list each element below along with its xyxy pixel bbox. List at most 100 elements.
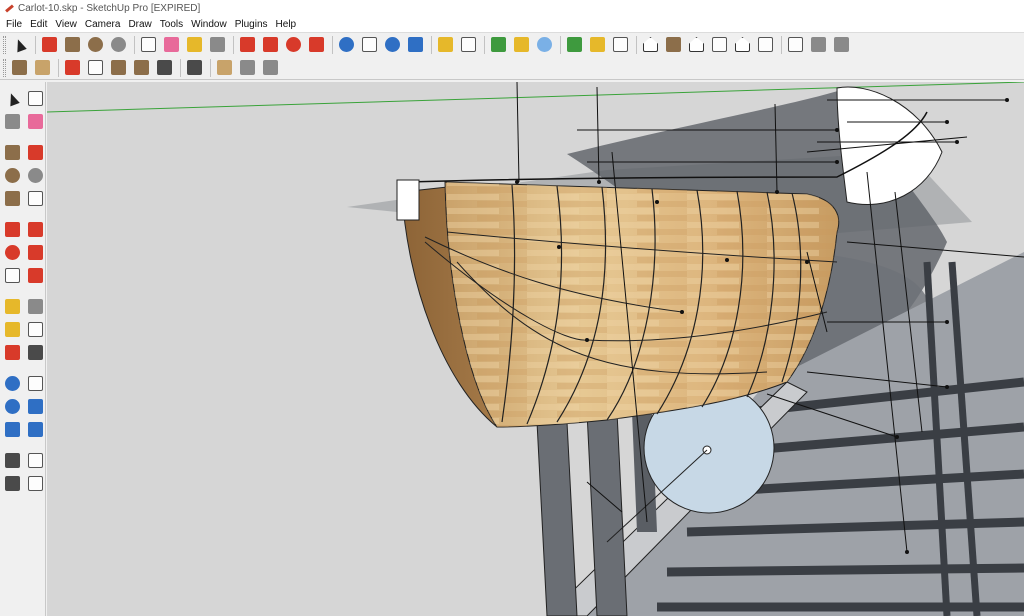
preview-google-earth-button[interactable] bbox=[534, 34, 555, 55]
menu-help[interactable]: Help bbox=[272, 19, 301, 30]
right-view-button[interactable] bbox=[709, 34, 730, 55]
protractor-button[interactable] bbox=[2, 319, 23, 340]
tape-measure-button[interactable] bbox=[2, 296, 23, 317]
rotate-button[interactable] bbox=[283, 34, 304, 55]
menu-view[interactable]: View bbox=[51, 19, 81, 30]
toggle-terrain-button[interactable] bbox=[511, 34, 532, 55]
position-camera-button[interactable] bbox=[2, 450, 23, 471]
3d-text-button[interactable] bbox=[25, 342, 46, 363]
polygon-button[interactable] bbox=[2, 188, 23, 209]
toolbar-grip[interactable] bbox=[3, 35, 6, 54]
eraser-button[interactable] bbox=[25, 111, 46, 132]
offset-button[interactable] bbox=[306, 34, 327, 55]
sandbox-smoove-button[interactable] bbox=[260, 57, 281, 78]
extension-warehouse-button[interactable] bbox=[587, 34, 608, 55]
zoom-extents-button[interactable] bbox=[25, 396, 46, 417]
text-button[interactable] bbox=[25, 319, 46, 340]
line-icon bbox=[28, 145, 43, 160]
monochrome-button[interactable] bbox=[184, 57, 205, 78]
select-button[interactable] bbox=[9, 34, 30, 55]
get-models-button[interactable] bbox=[435, 34, 456, 55]
orbit-button[interactable] bbox=[336, 34, 357, 55]
push-pull-button[interactable] bbox=[25, 219, 46, 240]
walk-icon bbox=[5, 476, 20, 491]
share-model-button[interactable] bbox=[458, 34, 479, 55]
offset-button[interactable] bbox=[25, 265, 46, 286]
position-camera-icon bbox=[5, 453, 20, 468]
zoom-extents-button[interactable] bbox=[405, 34, 426, 55]
circle-button[interactable] bbox=[85, 34, 106, 55]
make-component-button[interactable] bbox=[25, 88, 46, 109]
line-icon bbox=[42, 37, 57, 52]
tape-measure-button[interactable] bbox=[184, 34, 205, 55]
rectangle-button[interactable] bbox=[62, 34, 83, 55]
menu-window[interactable]: Window bbox=[187, 19, 231, 30]
menu-file[interactable]: File bbox=[2, 19, 26, 30]
line-button[interactable] bbox=[39, 34, 60, 55]
move-button[interactable] bbox=[2, 219, 23, 240]
eraser-button[interactable] bbox=[161, 34, 182, 55]
iso-view-button[interactable] bbox=[640, 34, 661, 55]
orbit-button[interactable] bbox=[2, 373, 23, 394]
rectangle-button[interactable] bbox=[2, 142, 23, 163]
scale-button[interactable] bbox=[2, 265, 23, 286]
shaded-button[interactable] bbox=[131, 57, 152, 78]
section-cut-button[interactable] bbox=[32, 57, 53, 78]
pan-button[interactable] bbox=[359, 34, 380, 55]
arc-button[interactable] bbox=[108, 34, 129, 55]
components-button[interactable] bbox=[564, 34, 585, 55]
paint-bucket-button[interactable] bbox=[2, 111, 23, 132]
line-button[interactable] bbox=[25, 142, 46, 163]
freehand-button[interactable] bbox=[25, 188, 46, 209]
section-plane-icon bbox=[28, 476, 43, 491]
menu-camera[interactable]: Camera bbox=[81, 19, 125, 30]
zoom-window-button[interactable] bbox=[2, 419, 23, 440]
follow-me-button[interactable] bbox=[25, 242, 46, 263]
pan-icon bbox=[28, 376, 43, 391]
previous-view-button[interactable] bbox=[25, 419, 46, 440]
select-button[interactable] bbox=[2, 88, 23, 109]
menu-plugins[interactable]: Plugins bbox=[231, 19, 272, 30]
move-button[interactable] bbox=[260, 34, 281, 55]
front-view-button[interactable] bbox=[686, 34, 707, 55]
sandbox-scratch-button[interactable] bbox=[237, 57, 258, 78]
toolbar-group-gap bbox=[2, 211, 46, 217]
section-plane-button[interactable] bbox=[9, 57, 30, 78]
menu-tools[interactable]: Tools bbox=[156, 19, 187, 30]
arc-button[interactable] bbox=[25, 165, 46, 186]
back-view-button[interactable] bbox=[732, 34, 753, 55]
make-component-button[interactable] bbox=[138, 34, 159, 55]
wireframe-button[interactable] bbox=[85, 57, 106, 78]
section-plane-button[interactable] bbox=[25, 473, 46, 494]
walk-button[interactable] bbox=[2, 473, 23, 494]
look-around-button[interactable] bbox=[831, 34, 852, 55]
model-viewport[interactable] bbox=[47, 82, 1024, 616]
paint-bucket-button[interactable] bbox=[207, 34, 228, 55]
top-view-button[interactable] bbox=[663, 34, 684, 55]
look-around-icon bbox=[834, 37, 849, 52]
push-pull-button[interactable] bbox=[237, 34, 258, 55]
sandbox-button[interactable] bbox=[214, 57, 235, 78]
position-camera-button[interactable] bbox=[808, 34, 829, 55]
pan-button[interactable] bbox=[25, 373, 46, 394]
left-view-button[interactable] bbox=[755, 34, 776, 55]
add-location-button[interactable] bbox=[488, 34, 509, 55]
axes-button[interactable] bbox=[2, 342, 23, 363]
zoom-button[interactable] bbox=[2, 396, 23, 417]
dimension-button[interactable] bbox=[25, 296, 46, 317]
xray-button[interactable] bbox=[62, 57, 83, 78]
walk-button[interactable] bbox=[785, 34, 806, 55]
hidden-line-button[interactable] bbox=[108, 57, 129, 78]
menu-draw[interactable]: Draw bbox=[124, 19, 155, 30]
look-around-button[interactable] bbox=[25, 450, 46, 471]
toolbar-grip[interactable] bbox=[3, 58, 6, 77]
rotate-button[interactable] bbox=[2, 242, 23, 263]
menu-edit[interactable]: Edit bbox=[26, 19, 51, 30]
look-around-icon bbox=[28, 453, 43, 468]
layout-button[interactable] bbox=[610, 34, 631, 55]
circle-icon bbox=[5, 168, 20, 183]
zoom-button[interactable] bbox=[382, 34, 403, 55]
shaded-textures-button[interactable] bbox=[154, 57, 175, 78]
make-component-icon bbox=[141, 37, 156, 52]
circle-button[interactable] bbox=[2, 165, 23, 186]
